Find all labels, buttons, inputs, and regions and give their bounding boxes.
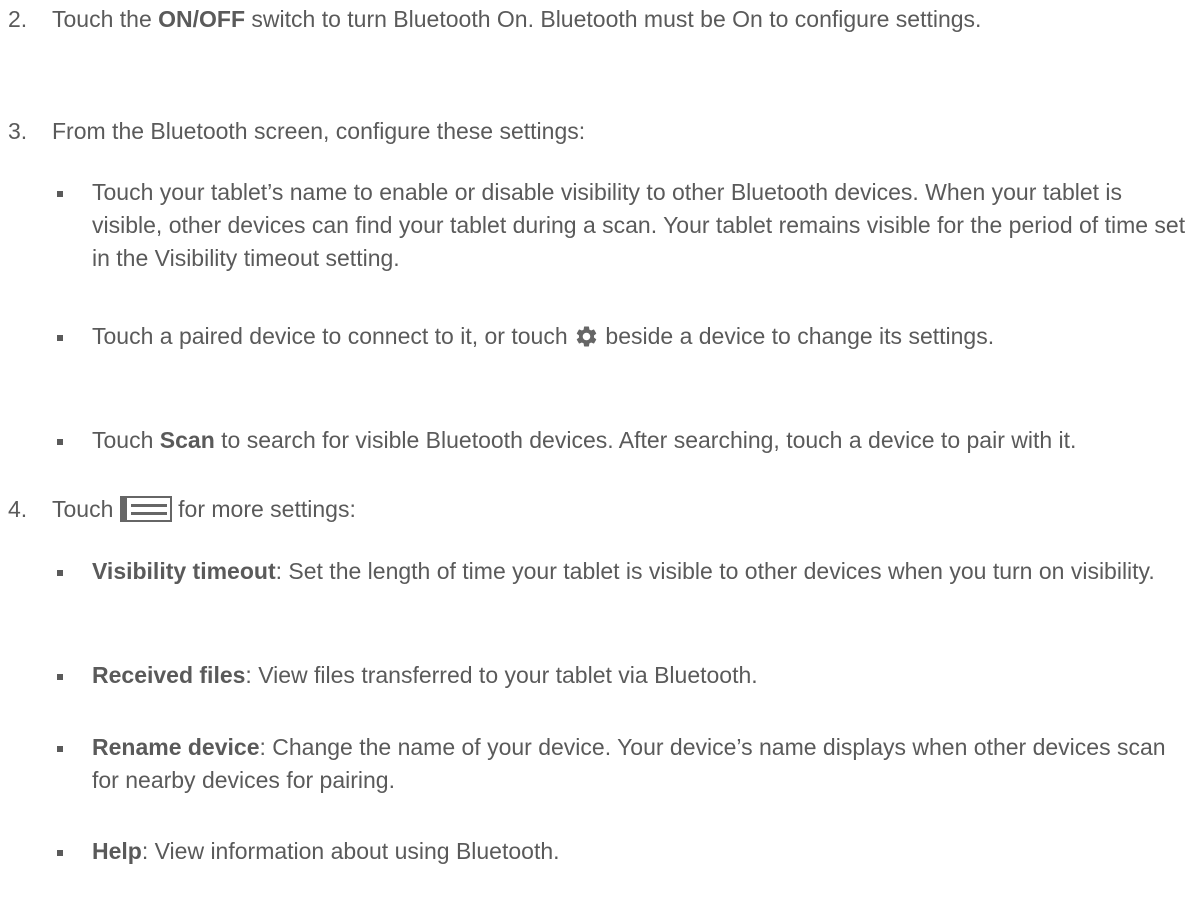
bullet-text: Received files: View files transferred t… [92, 659, 1187, 692]
bullet-text-after: : View files transferred to your tablet … [245, 662, 758, 688]
bullet-square-icon [57, 191, 63, 197]
step-text: Touch for more settings: [52, 493, 1182, 531]
menu-icon [119, 496, 172, 531]
bullet-text-after: beside a device to change its settings. [599, 323, 995, 349]
step-text-after: for more settings: [171, 496, 356, 522]
bullet-text-after: to search for visible Bluetooth devices.… [214, 427, 1077, 453]
bullet-text-before: Touch a paired device to connect to it, … [92, 323, 575, 349]
bullet-square-icon [57, 570, 63, 576]
bullet-square-icon [57, 746, 63, 752]
document-page: 2. Touch the ON/OFF switch to turn Bluet… [0, 0, 1199, 907]
bullet-text: Rename device: Change the name of your d… [92, 731, 1187, 797]
visibility-timeout-term: Visibility timeout [92, 558, 276, 584]
bullet-text-before: Touch [92, 427, 160, 453]
on-off-term: ON/OFF [158, 6, 246, 32]
bullet-text: Touch a paired device to connect to it, … [92, 320, 1187, 358]
step-text-after: switch to turn Bluetooth On. Bluetooth m… [245, 6, 982, 32]
bullet-square-icon [57, 850, 63, 856]
bullet-square-icon [57, 674, 63, 680]
bullet-square-icon [57, 335, 63, 341]
gear-icon [574, 324, 599, 358]
step-text-before: Touch the [52, 6, 159, 32]
step-number: 2. [8, 6, 28, 32]
step-text: Touch the ON/OFF switch to turn Bluetoot… [52, 3, 1182, 36]
bullet-text: Visibility timeout: Set the length of ti… [92, 555, 1187, 588]
bullet-square-icon [57, 439, 63, 445]
step-text: From the Bluetooth screen, configure the… [52, 118, 586, 144]
bullet-text: Touch Scan to search for visible Bluetoo… [92, 424, 1187, 457]
bullet-text: Touch your tablet’s name to enable or di… [92, 179, 1186, 271]
step-number: 3. [8, 118, 28, 144]
bullet-text: Help: View information about using Bluet… [92, 835, 1187, 868]
help-term: Help [92, 838, 142, 864]
bullet-text-after: : Set the length of time your tablet is … [275, 558, 1155, 584]
received-files-term: Received files [92, 662, 246, 688]
step-text-before: Touch [52, 496, 120, 522]
step-number: 4. [8, 496, 28, 522]
bullet-text-after: : View information about using Bluetooth… [141, 838, 560, 864]
rename-device-term: Rename device [92, 734, 260, 760]
scan-term: Scan [159, 427, 215, 453]
